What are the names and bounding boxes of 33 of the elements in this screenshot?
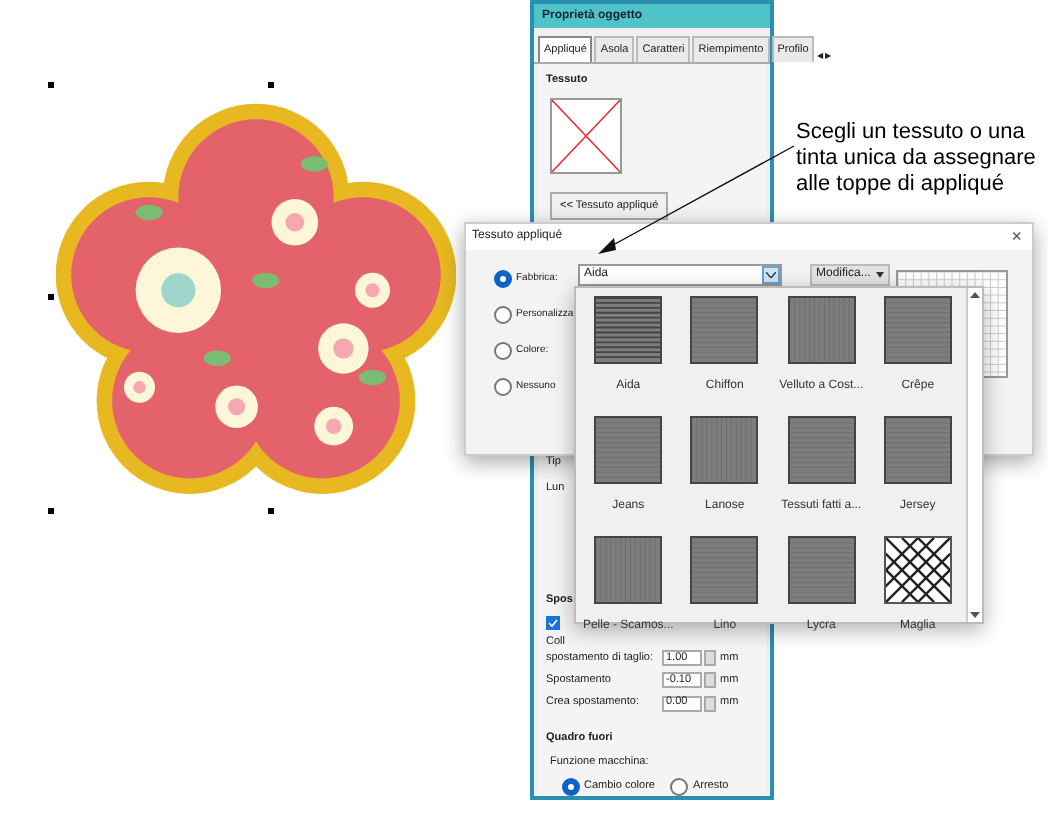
selection-handle-icon[interactable]: [268, 82, 274, 88]
selection-handle-icon[interactable]: [48, 294, 54, 300]
scroll-up-icon[interactable]: [970, 292, 980, 298]
radio-button[interactable]: [494, 342, 512, 360]
scrollbar[interactable]: [966, 288, 982, 622]
radio-button[interactable]: [494, 270, 512, 288]
fabric-swatch: [787, 416, 856, 484]
callout-text: Scegli un tessuto o una tinta unica da assegnare alle toppe di appliqué: [796, 120, 1038, 198]
close-button[interactable]: ×: [1007, 228, 1026, 246]
radio-button[interactable]: [562, 778, 580, 796]
fabric-swatch: [594, 416, 663, 484]
radio-button[interactable]: [494, 378, 512, 396]
fabric-swatch: [883, 416, 952, 484]
fabric-swatch: [787, 536, 856, 604]
fabric-swatch: [690, 416, 759, 484]
fabric-swatch: [787, 296, 856, 364]
fabric-swatch: [883, 296, 952, 364]
radio-button[interactable]: [494, 306, 512, 324]
selection-handle-icon[interactable]: [268, 508, 274, 514]
empty-fabric-preview: [550, 97, 622, 173]
check-icon: [548, 617, 558, 627]
checkbox[interactable]: [546, 615, 560, 629]
selection-handle-icon[interactable]: [48, 82, 54, 88]
fabric-swatch: [690, 296, 759, 364]
fabric-swatch: [594, 296, 663, 364]
caret-icon: [876, 272, 885, 278]
fabric-swatch: [594, 536, 663, 604]
radio-button[interactable]: [670, 778, 689, 796]
mesh-fabric-swatch: [883, 536, 952, 604]
dropdown-arrow-icon: [762, 266, 780, 284]
selection-handle-icon[interactable]: [48, 508, 54, 514]
fabric-swatch: [690, 536, 759, 604]
scroll-down-icon[interactable]: [970, 612, 980, 618]
